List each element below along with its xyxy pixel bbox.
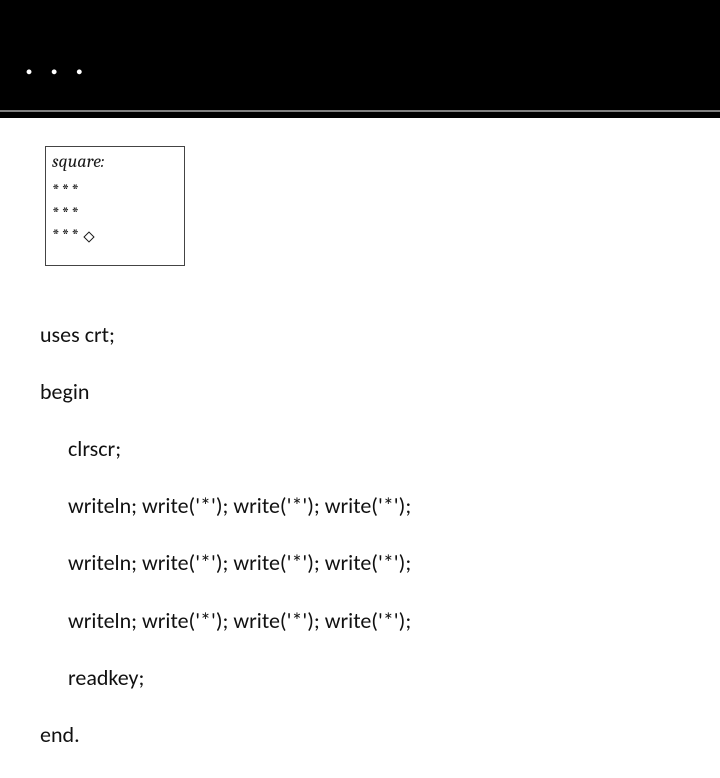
program-output-box: square: *** *** *** (45, 146, 185, 266)
output-row-1: *** (52, 180, 178, 203)
code-line-7: readkey; (40, 664, 411, 693)
output-label: square: (52, 151, 178, 172)
output-row-3-text: *** (52, 225, 81, 248)
code-line-5: writeln; write('*'); write('*'); write('… (40, 549, 411, 578)
header-rule (0, 110, 720, 112)
output-row-2: *** (52, 203, 178, 226)
code-line-2: begin (40, 378, 411, 407)
code-listing: uses crt; begin clrscr; writeln; write('… (40, 292, 411, 778)
cursor-diamond-icon (83, 231, 96, 244)
output-row-3: *** (52, 225, 178, 248)
slide-title: . . . (24, 36, 87, 85)
code-line-4: writeln; write('*'); write('*'); write('… (40, 492, 411, 521)
slide-header: . . . (0, 0, 720, 118)
code-line-8: end. (40, 721, 411, 750)
code-line-3: clrscr; (40, 435, 411, 464)
code-line-1: uses crt; (40, 321, 411, 350)
code-line-6: writeln; write('*'); write('*'); write('… (40, 607, 411, 636)
